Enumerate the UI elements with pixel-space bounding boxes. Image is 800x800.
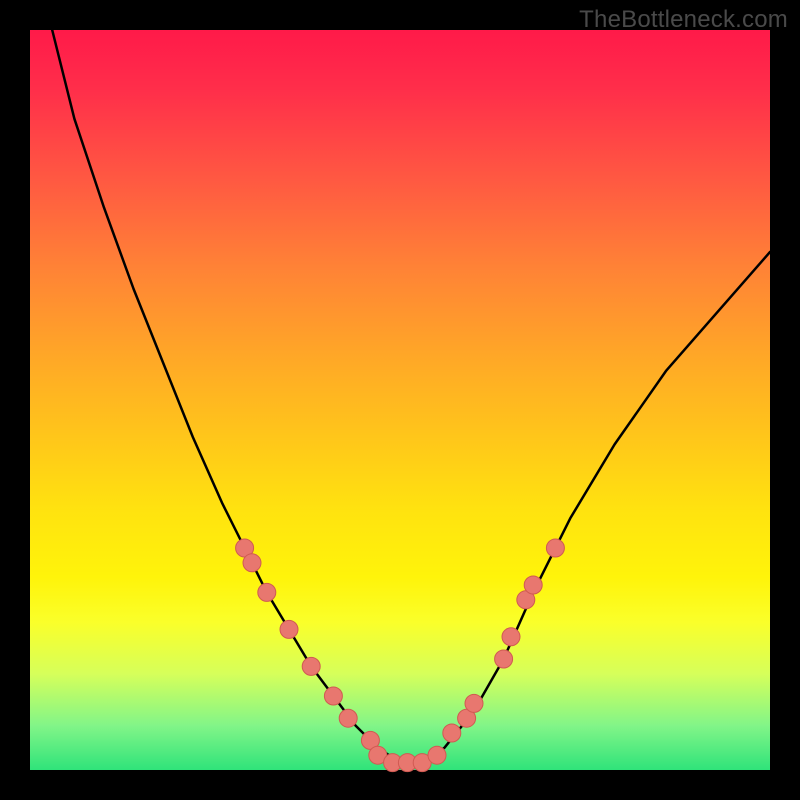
- data-marker: [524, 576, 542, 594]
- data-marker: [280, 620, 298, 638]
- data-marker: [465, 694, 483, 712]
- data-marker: [428, 746, 446, 764]
- chart-frame: TheBottleneck.com: [0, 0, 800, 800]
- data-marker: [546, 539, 564, 557]
- data-markers: [236, 539, 565, 772]
- curve-line: [52, 30, 770, 763]
- data-marker: [443, 724, 461, 742]
- data-marker: [302, 657, 320, 675]
- data-marker: [502, 628, 520, 646]
- data-marker: [258, 583, 276, 601]
- data-marker: [495, 650, 513, 668]
- chart-svg: [30, 30, 770, 770]
- chart-plot-area: [30, 30, 770, 770]
- data-marker: [324, 687, 342, 705]
- data-marker: [243, 554, 261, 572]
- curve-path: [52, 30, 770, 763]
- data-marker: [339, 709, 357, 727]
